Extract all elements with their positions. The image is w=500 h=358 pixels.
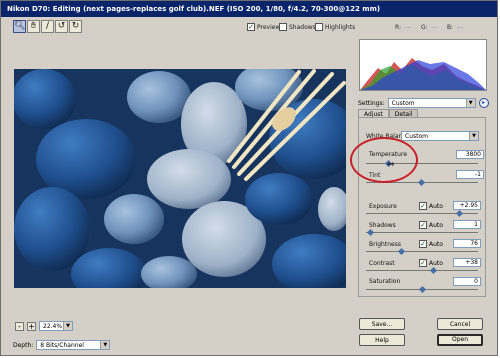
- highlights-label: Highlights: [325, 23, 356, 31]
- shadows-label: Shadows: [289, 23, 316, 31]
- g-readout-value: ---: [431, 24, 438, 31]
- pointer-cursor-icon: ⇔: [387, 160, 395, 170]
- checkmark-icon: ✓: [419, 202, 427, 210]
- brightness-slider-track[interactable]: [366, 251, 478, 252]
- exposure-label: Exposure: [369, 203, 397, 210]
- shadows-slider-track[interactable]: [366, 232, 478, 233]
- depth-control: Depth: 8 Bits/Channel ▼: [13, 340, 111, 350]
- r-readout-label: R:: [395, 24, 402, 31]
- depth-label: Depth:: [13, 341, 34, 349]
- zoom-controls: - + 22.4% ▼: [15, 321, 73, 331]
- open-button[interactable]: Open: [437, 334, 483, 346]
- saturation-label: Saturation: [369, 278, 401, 285]
- chevron-down-icon: ▼: [469, 132, 478, 140]
- preview-checkbox[interactable]: ✓ Preview: [247, 23, 280, 31]
- checkmark-icon: ✓: [419, 221, 427, 229]
- checkmark-icon: ✓: [247, 23, 255, 31]
- shadows-auto-checkbox[interactable]: ✓ Auto: [419, 221, 443, 229]
- rotate-left-icon[interactable]: ↺: [55, 20, 68, 33]
- highlight-circle: [350, 137, 418, 183]
- brightness-auto-checkbox[interactable]: ✓ Auto: [419, 240, 443, 248]
- brightness-label: Brightness: [369, 241, 401, 248]
- zoom-in-button[interactable]: +: [27, 321, 36, 331]
- settings-select[interactable]: Custom ▼: [387, 98, 476, 108]
- eyedropper-icon[interactable]: ∕: [41, 20, 54, 33]
- exposure-field[interactable]: +2.95: [453, 201, 481, 210]
- exposure-auto-checkbox[interactable]: ✓ Auto: [419, 202, 443, 210]
- tint-field[interactable]: -1: [456, 170, 484, 179]
- shadows-field[interactable]: 1: [453, 220, 481, 229]
- preview-label: Preview: [257, 23, 281, 31]
- histogram: [359, 39, 487, 91]
- contrast-field[interactable]: +38: [453, 258, 481, 267]
- window-title: Nikon D70: Editing (next pages-replaces …: [1, 1, 497, 17]
- settings-menu-icon[interactable]: ▸: [478, 98, 489, 108]
- zoom-out-button[interactable]: -: [15, 321, 24, 331]
- toolbar: 🔍︎ ✋︎ ∕ ↺ ↻ ✓ Preview Shadows Highlights…: [1, 17, 497, 39]
- checkmark-icon: ✓: [419, 240, 427, 248]
- g-readout-label: G:: [421, 24, 428, 31]
- hand-tool-icon[interactable]: ✋︎: [27, 20, 40, 33]
- save-button[interactable]: Save...: [359, 318, 405, 330]
- brightness-field[interactable]: 76: [453, 239, 481, 248]
- image-preview[interactable]: [14, 69, 346, 288]
- white-balance-select[interactable]: Custom ▼: [401, 131, 479, 141]
- chevron-down-icon: ▼: [63, 322, 72, 330]
- chevron-down-icon: ▼: [100, 341, 110, 349]
- highlights-checkbox[interactable]: Highlights: [315, 23, 355, 31]
- settings-label: Settings:: [358, 99, 385, 107]
- stones-photo: [14, 69, 346, 288]
- rotate-right-icon[interactable]: ↻: [69, 20, 82, 33]
- contrast-label: Contrast: [369, 260, 395, 267]
- r-readout-value: ---: [405, 24, 412, 31]
- checkmark-icon: ✓: [419, 259, 427, 267]
- contrast-slider-track[interactable]: [366, 270, 478, 271]
- saturation-field[interactable]: 0: [453, 277, 481, 286]
- camera-raw-window: Nikon D70: Editing (next pages-replaces …: [0, 0, 498, 356]
- b-readout-value: ---: [457, 24, 464, 31]
- chevron-down-icon: ▼: [465, 99, 475, 107]
- zoom-level-select[interactable]: 22.4% ▼: [39, 321, 73, 331]
- b-readout-label: B:: [447, 24, 454, 31]
- help-button[interactable]: Help: [359, 334, 405, 346]
- cancel-button[interactable]: Cancel: [437, 318, 483, 330]
- shadows-checkbox[interactable]: Shadows: [279, 23, 316, 31]
- settings-row: Settings: Custom ▼ ▸: [358, 98, 489, 108]
- temperature-field[interactable]: 3800: [456, 150, 484, 159]
- contrast-auto-checkbox[interactable]: ✓ Auto: [419, 259, 443, 267]
- zoom-tool-icon[interactable]: 🔍︎: [13, 20, 26, 33]
- depth-select[interactable]: 8 Bits/Channel ▼: [36, 340, 111, 350]
- shadows-adjust-label: Shadows: [369, 222, 396, 229]
